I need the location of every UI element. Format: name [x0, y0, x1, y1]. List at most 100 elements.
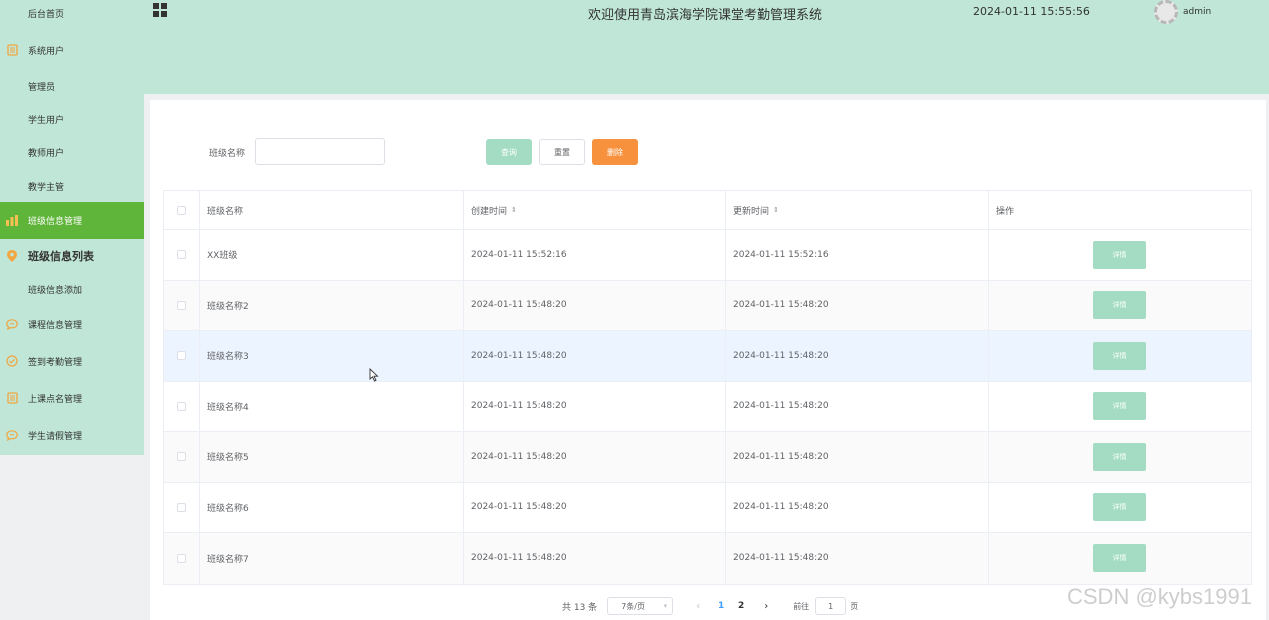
sidebar-item-teacher-users[interactable]: 教师用户	[0, 135, 144, 169]
sidebar-item-label: 课程信息管理	[28, 320, 83, 331]
class-name-cell: 班级名称4	[200, 381, 464, 431]
search-label: 班级名称	[209, 149, 246, 159]
sidebar-item-label: 上课点名管理	[28, 394, 83, 405]
row-checkbox[interactable]	[177, 300, 186, 310]
sidebar-item-label: 后台首页	[28, 9, 65, 20]
page-unit-label: 页	[850, 601, 859, 611]
actions-cell: 详情	[989, 230, 1253, 280]
row-select-cell	[164, 482, 200, 532]
goto-page-input[interactable]	[815, 597, 847, 615]
actions-cell: 详情	[989, 331, 1253, 381]
chart-icon	[6, 215, 18, 227]
row-checkbox[interactable]	[177, 401, 186, 411]
detail-button[interactable]: 详情	[1093, 392, 1146, 421]
sidebar-item-label: 班级信息列表	[28, 250, 94, 263]
sidebar-item-home[interactable]: 后台首页	[0, 0, 144, 30]
sidebar-item-admin[interactable]: 管理员	[0, 69, 144, 103]
row-checkbox[interactable]	[177, 553, 186, 563]
row-select-cell	[164, 533, 200, 584]
sidebar-item-label: 学生请假管理	[28, 431, 83, 442]
reset-button[interactable]: 重置	[539, 139, 585, 165]
row-checkbox[interactable]	[177, 502, 186, 512]
detail-button[interactable]: 详情	[1093, 291, 1146, 320]
column-header-created[interactable]: 创建时间 ⇕	[464, 191, 726, 229]
page-number-1[interactable]: 1	[711, 601, 731, 611]
table-row[interactable]: 班级名称6 2024-01-11 15:48:20 2024-01-11 15:…	[164, 482, 1251, 533]
row-select-cell	[164, 331, 200, 381]
sidebar-item-label: 班级信息添加	[28, 285, 83, 296]
created-time-cell: 2024-01-11 15:48:20	[464, 331, 726, 381]
sidebar-item-label: 教师用户	[28, 148, 65, 159]
sidebar-item-rollcall-management[interactable]: 上课点名管理	[0, 381, 144, 415]
sidebar-item-label: 班级信息管理	[28, 217, 83, 227]
detail-button[interactable]: 详情	[1093, 493, 1146, 522]
sidebar-item-class-add[interactable]: 班级信息添加	[0, 272, 144, 306]
detail-button[interactable]: 详情	[1093, 544, 1146, 573]
table-row[interactable]: 班级名称7 2024-01-11 15:48:20 2024-01-11 15:…	[164, 533, 1251, 584]
sidebar: 后台首页 系统用户 管理员 学生用户 教师用户 教学主管 班级信息管理 班级信息…	[0, 0, 144, 455]
detail-button[interactable]: 详情	[1093, 341, 1146, 370]
row-select-cell	[164, 381, 200, 431]
column-header-updated[interactable]: 更新时间 ⇕	[726, 191, 989, 229]
mouse-cursor-icon	[369, 367, 379, 385]
row-select-cell	[164, 280, 200, 330]
actions-cell: 详情	[989, 533, 1253, 584]
created-time-cell: 2024-01-11 15:48:20	[464, 432, 726, 482]
sort-icon[interactable]: ⇕	[511, 206, 517, 214]
table-row[interactable]: 班级名称5 2024-01-11 15:48:20 2024-01-11 15:…	[164, 432, 1251, 483]
updated-time-cell: 2024-01-11 15:48:20	[726, 482, 989, 532]
updated-time-cell: 2024-01-11 15:48:20	[726, 533, 989, 584]
select-all-checkbox[interactable]	[177, 205, 186, 215]
actions-cell: 详情	[989, 281, 1253, 331]
sidebar-item-system-users[interactable]: 系统用户	[0, 33, 144, 67]
username[interactable]: admin	[1183, 7, 1211, 17]
updated-time-cell: 2024-01-11 15:48:20	[726, 280, 989, 330]
table-row[interactable]: XX班级 2024-01-11 15:52:16 2024-01-11 15:5…	[164, 230, 1251, 281]
prev-page-icon[interactable]: ‹	[689, 601, 707, 612]
created-time-cell: 2024-01-11 15:48:20	[464, 482, 726, 532]
sidebar-item-attendance-management[interactable]: 签到考勤管理	[0, 344, 144, 378]
sidebar-item-label: 管理员	[28, 82, 56, 93]
row-checkbox[interactable]	[177, 452, 186, 462]
table-header-row: 班级名称 创建时间 ⇕ 更新时间 ⇕ 操作	[164, 191, 1251, 230]
created-time-cell: 2024-01-11 15:48:20	[464, 533, 726, 584]
delete-button[interactable]: 删除	[592, 139, 638, 165]
document-icon	[6, 44, 18, 56]
sidebar-item-supervisor[interactable]: 教学主管	[0, 169, 144, 203]
column-header-actions: 操作	[989, 191, 1253, 229]
table-row[interactable]: 班级名称3 2024-01-11 15:48:20 2024-01-11 15:…	[164, 331, 1251, 382]
sidebar-item-class-management[interactable]: 班级信息管理	[0, 202, 144, 239]
page-size-select[interactable]: 7条/页 ▾	[607, 597, 674, 615]
goto-label: 前往	[793, 601, 810, 611]
column-header-label: 更新时间	[733, 206, 770, 217]
sidebar-item-student-users[interactable]: 学生用户	[0, 102, 144, 136]
column-header-label: 班级名称	[207, 206, 244, 217]
next-page-icon[interactable]: ›	[757, 601, 775, 612]
sidebar-item-class-list[interactable]: 班级信息列表	[0, 239, 144, 273]
header-datetime: 2024-01-11 15:55:56	[973, 5, 1090, 18]
sort-icon[interactable]: ⇕	[773, 206, 779, 214]
sidebar-item-leave-management[interactable]: 学生请假管理	[0, 418, 144, 452]
check-circle-icon	[6, 355, 18, 367]
grid-menu-icon[interactable]	[153, 3, 167, 17]
chat-icon	[6, 318, 18, 330]
page-title: 欢迎使用青岛滨海学院课堂考勤管理系统	[588, 8, 823, 23]
class-name-cell: 班级名称7	[200, 533, 464, 584]
select-all-cell	[164, 191, 200, 229]
document-icon	[6, 392, 18, 404]
row-checkbox[interactable]	[177, 351, 186, 361]
chat-icon	[6, 429, 18, 441]
avatar[interactable]	[1154, 0, 1178, 24]
table-row[interactable]: 班级名称2 2024-01-11 15:48:20 2024-01-11 15:…	[164, 280, 1253, 331]
sidebar-item-course-management[interactable]: 课程信息管理	[0, 307, 144, 341]
detail-button[interactable]: 详情	[1093, 442, 1146, 471]
sidebar-item-label: 系统用户	[28, 46, 65, 57]
detail-button[interactable]: 详情	[1093, 240, 1146, 269]
class-name-search-input[interactable]	[255, 138, 385, 165]
total-count: 共 13 条	[562, 602, 598, 613]
query-button[interactable]: 查询	[486, 139, 532, 165]
row-checkbox[interactable]	[177, 250, 186, 260]
page-number-2[interactable]: 2	[731, 601, 751, 611]
pagination: 共 13 条 7条/页 ▾ ‹ 1 2 › 前往 页	[562, 597, 858, 615]
table-row[interactable]: 班级名称4 2024-01-11 15:48:20 2024-01-11 15:…	[164, 381, 1251, 432]
